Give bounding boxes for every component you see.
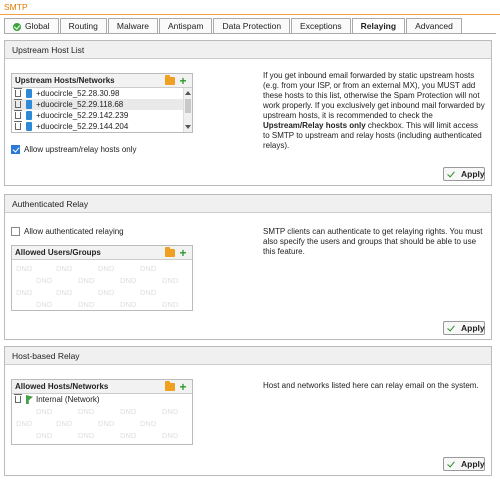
dnd-placeholder: DND [98, 288, 115, 297]
auth-relay-description: SMTP clients can authenticate to get rel… [263, 227, 483, 256]
trash-icon[interactable] [14, 99, 22, 108]
check-icon [447, 459, 455, 468]
auth-relay-apply-button[interactable]: Apply [443, 321, 485, 335]
check-icon [447, 169, 455, 178]
folder-icon[interactable] [165, 247, 175, 257]
scroll-thumb[interactable] [185, 99, 191, 113]
auth-relaying-checkbox[interactable] [11, 227, 20, 236]
dnd-placeholder: DND [120, 276, 137, 285]
list-item[interactable]: +duocircle_52.28.30.98 [12, 88, 192, 99]
drop-zone[interactable]: DND DND DND DND DND DND DND DND DND DND … [12, 260, 192, 310]
auth-relay-panel-title: Authenticated Relay [5, 195, 491, 213]
list-item[interactable]: Internal (Network) [12, 394, 192, 405]
list-item[interactable]: +duocircle_52.29.144.204 [12, 121, 192, 132]
dnd-placeholder: DND [140, 264, 157, 273]
dnd-placeholder: DND [140, 419, 157, 428]
users-list-header: Allowed Users/Groups + [12, 246, 192, 260]
dnd-placeholder: DND [56, 288, 73, 297]
dnd-placeholder: DND [16, 419, 33, 428]
dnd-placeholder: DND [120, 407, 137, 416]
plus-icon[interactable]: + [178, 247, 188, 259]
upstream-list-header: Upstream Hosts/Networks + [12, 74, 192, 88]
dnd-placeholder: DND [36, 407, 53, 416]
tab-exceptions[interactable]: Exceptions [291, 18, 351, 34]
host-icon [26, 89, 32, 98]
scroll-down-icon[interactable] [185, 125, 191, 129]
host-based-relay-panel: Host-based Relay Allowed Hosts/Networks … [4, 346, 492, 476]
dnd-placeholder: DND [36, 431, 53, 440]
dnd-placeholder: DND [162, 276, 179, 285]
dnd-placeholder: DND [162, 407, 179, 416]
host-icon [26, 100, 32, 109]
dnd-placeholder: DND [56, 264, 73, 273]
dnd-placeholder: DND [78, 300, 95, 309]
dnd-placeholder: DND [98, 419, 115, 428]
upstream-apply-button[interactable]: Apply [443, 167, 485, 181]
dnd-placeholder: DND [162, 300, 179, 309]
tab-relaying[interactable]: Relaying [351, 18, 406, 34]
dnd-placeholder: DND [78, 431, 95, 440]
tab-advanced[interactable]: Advanced [406, 18, 462, 34]
trash-icon[interactable] [14, 121, 22, 130]
dnd-placeholder: DND [16, 264, 33, 273]
dnd-placeholder: DND [120, 300, 137, 309]
list-item[interactable]: +duocircle_52.29.118.68 [12, 99, 192, 110]
title-divider [0, 14, 500, 15]
dnd-placeholder: DND [140, 288, 157, 297]
auth-relaying-label: Allow authenticated relaying [24, 227, 124, 236]
tab-bar: Global Routing Malware Antispam Data Pro… [4, 18, 463, 34]
page-title: SMTP [4, 2, 28, 12]
tab-routing[interactable]: Routing [59, 18, 107, 34]
hosts-list-header: Allowed Hosts/Networks + [12, 380, 192, 394]
ok-status-icon [13, 22, 21, 31]
dnd-placeholder: DND [36, 300, 53, 309]
trash-icon[interactable] [14, 110, 22, 119]
drop-zone[interactable]: DND DND DND DND DND DND DND DND DND DND … [12, 405, 192, 444]
dnd-placeholder: DND [78, 407, 95, 416]
tab-malware[interactable]: Malware [107, 18, 159, 34]
dnd-placeholder: DND [36, 276, 53, 285]
tab-global[interactable]: Global [4, 18, 59, 34]
allowed-hosts-list: Allowed Hosts/Networks + Internal (Netwo… [11, 379, 193, 445]
scroll-up-icon[interactable] [185, 91, 191, 95]
tab-antispam[interactable]: Antispam [159, 18, 213, 34]
upstream-only-checkbox[interactable] [11, 145, 20, 154]
trash-icon[interactable] [14, 394, 22, 403]
host-icon [26, 111, 32, 120]
upstream-only-label: Allow upstream/relay hosts only [24, 145, 137, 154]
plus-icon[interactable]: + [178, 75, 188, 87]
authenticated-relay-panel: Authenticated Relay Allow authenticated … [4, 194, 492, 340]
host-relay-panel-title: Host-based Relay [5, 347, 491, 365]
dnd-placeholder: DND [98, 264, 115, 273]
dnd-placeholder: DND [16, 288, 33, 297]
dnd-placeholder: DND [120, 431, 137, 440]
host-relay-apply-button[interactable]: Apply [443, 457, 485, 471]
dnd-placeholder: DND [56, 419, 73, 428]
plus-icon[interactable]: + [178, 381, 188, 393]
dnd-placeholder: DND [162, 431, 179, 440]
tab-data-protection[interactable]: Data Protection [213, 18, 291, 34]
list-scrollbar[interactable] [183, 88, 192, 132]
upstream-panel-title: Upstream Host List [5, 41, 491, 59]
list-item[interactable]: +duocircle_52.29.142.239 [12, 110, 192, 121]
network-icon [26, 395, 33, 404]
dnd-placeholder: DND [78, 276, 95, 285]
folder-icon[interactable] [165, 75, 175, 85]
trash-icon[interactable] [14, 88, 22, 97]
upstream-hosts-list: Upstream Hosts/Networks + +duocircle_52.… [11, 73, 193, 133]
check-icon [447, 323, 455, 332]
host-relay-description: Host and networks listed here can relay … [263, 381, 479, 390]
allowed-users-list: Allowed Users/Groups + DND DND DND DND D… [11, 245, 193, 311]
upstream-host-panel: Upstream Host List Upstream Hosts/Networ… [4, 40, 492, 186]
folder-icon[interactable] [165, 381, 175, 391]
upstream-description: If you get inbound email forwarded by st… [263, 71, 485, 150]
tabs-divider [4, 33, 496, 34]
host-icon [26, 122, 32, 131]
